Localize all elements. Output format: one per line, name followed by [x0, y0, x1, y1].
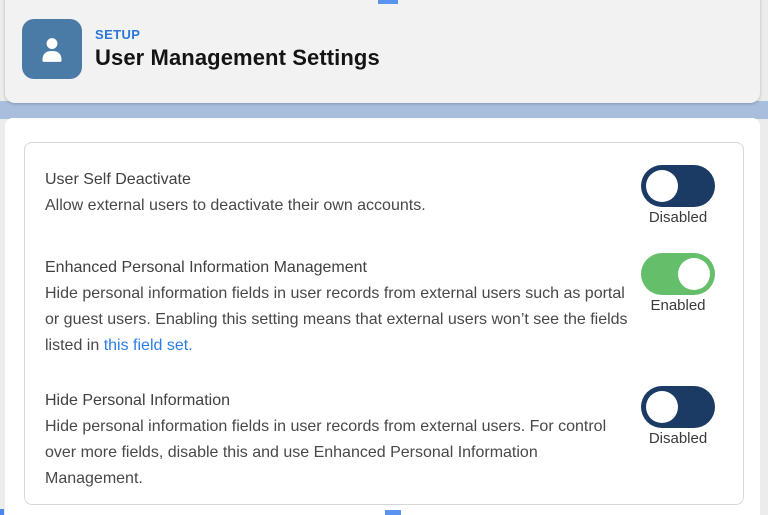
setting-label: User Self Deactivate: [45, 171, 191, 188]
page-title: User Management Settings: [95, 45, 380, 70]
settings-card: User Self Deactivate Allow external user…: [24, 142, 744, 505]
hide-personal-info-toggle[interactable]: [641, 386, 715, 428]
setting-label: Hide Personal Information: [45, 392, 230, 409]
setting-description: Hide personal information fields in user…: [45, 418, 607, 487]
user-self-deactivate-toggle[interactable]: [641, 165, 715, 207]
setting-description: Allow external users to deactivate their…: [45, 197, 426, 214]
toggle-state-label: Disabled: [648, 430, 708, 447]
artifact-mark-corner: [0, 509, 4, 515]
toggle-knob: [678, 258, 710, 290]
setting-row-user-self-deactivate: User Self Deactivate Allow external user…: [45, 165, 723, 226]
enhanced-personal-info-toggle[interactable]: [641, 253, 715, 295]
setting-label: Enhanced Personal Information Management: [45, 259, 367, 276]
setting-row-enhanced-personal-info: Enhanced Personal Information Management…: [45, 253, 723, 359]
toggle-state-label: Disabled: [648, 209, 708, 226]
setup-breadcrumb: SETUP: [95, 27, 141, 42]
setting-description: Hide personal information fields in user…: [45, 281, 633, 359]
main-content: User Self Deactivate Allow external user…: [5, 118, 760, 515]
field-set-link[interactable]: this field set.: [104, 337, 193, 354]
toggle-state-label: Enabled: [650, 297, 706, 314]
setup-page-header: SETUP User Management Settings: [5, 0, 760, 103]
user-icon: [22, 19, 82, 79]
header-divider-band: [0, 101, 768, 119]
setting-row-hide-personal-info: Hide Personal Information Hide personal …: [45, 386, 723, 492]
toggle-knob: [646, 170, 678, 202]
artifact-mark-top: [378, 0, 398, 4]
artifact-mark-bottom: [385, 510, 401, 515]
toggle-knob: [646, 391, 678, 423]
